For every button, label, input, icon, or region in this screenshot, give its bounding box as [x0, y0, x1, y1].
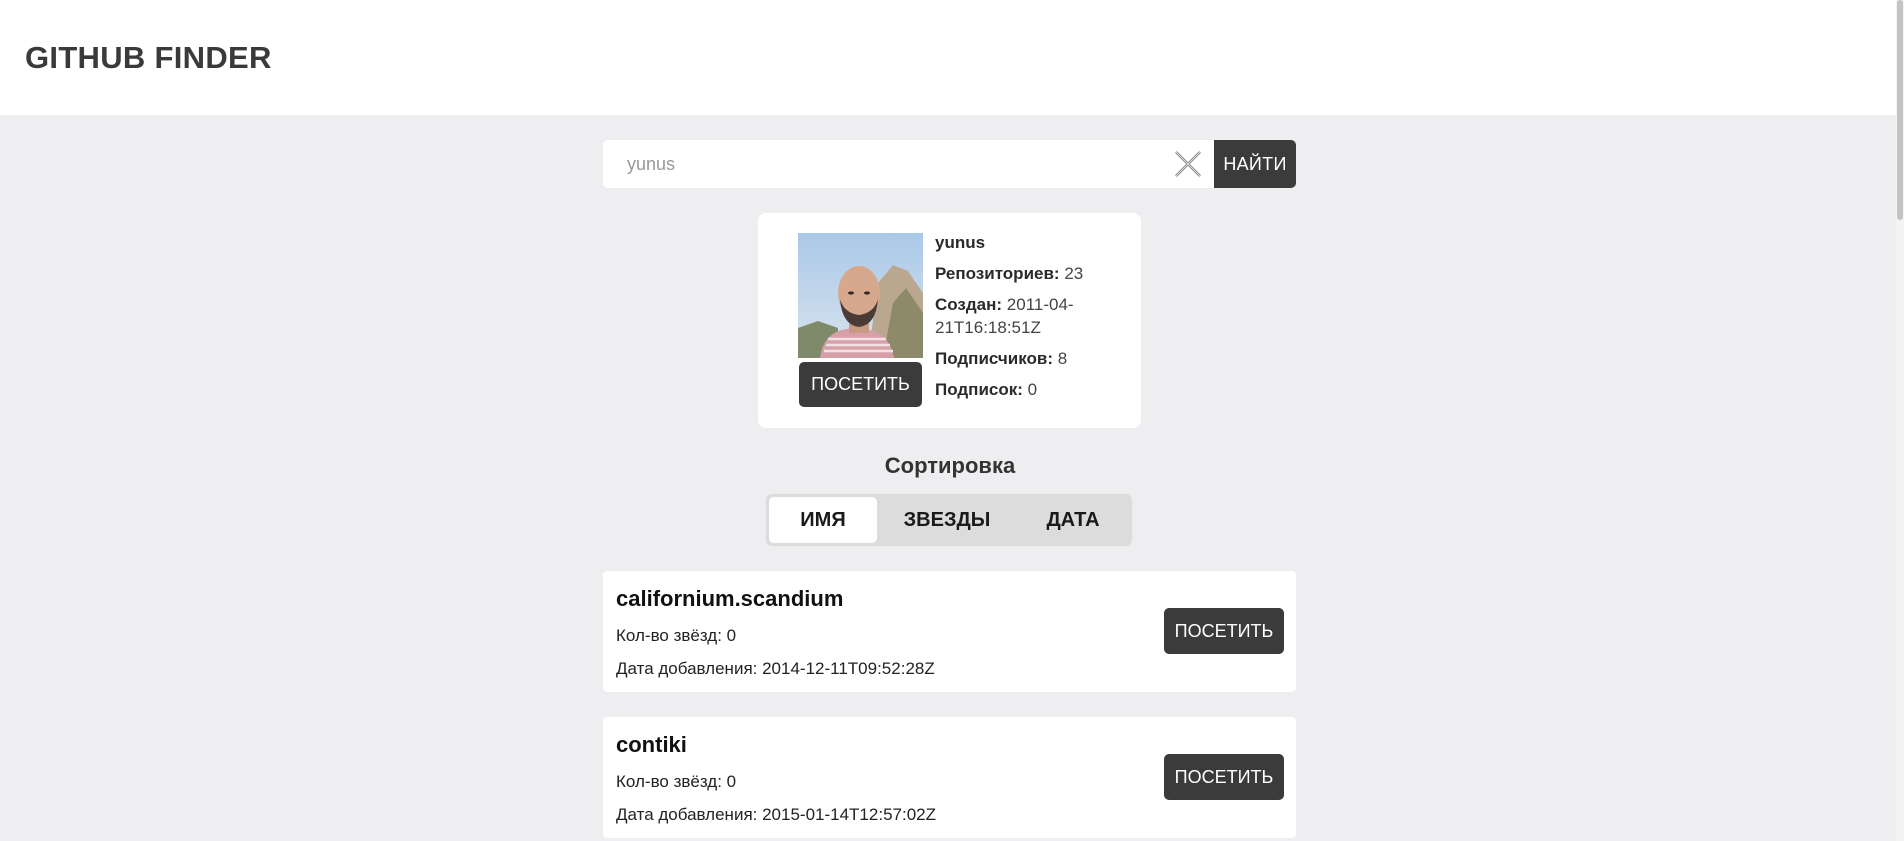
profile-visit-button[interactable]: ПОСЕТИТЬ [799, 362, 922, 407]
sort-toggle-group: ИМЯ ЗВЕЗДЫ ДАТА [766, 494, 1132, 546]
sort-option-name[interactable]: ИМЯ [769, 497, 877, 543]
app-title: GITHUB FINDER [25, 40, 272, 75]
sort-title: Сортировка [884, 453, 1016, 478]
sort-option-stars[interactable]: ЗВЕЗДЫ [877, 497, 1017, 543]
search-input[interactable] [603, 140, 1214, 188]
repo-card: californium.scandium Кол-во звёзд: 0 Дат… [603, 571, 1296, 692]
search-bar: НАЙТИ [603, 140, 1296, 188]
close-icon[interactable] [1173, 149, 1203, 179]
repo-visit-button[interactable]: ПОСЕТИТЬ [1164, 754, 1284, 800]
repo-card: contiki Кол-во звёзд: 0 Дата добавления:… [603, 717, 1296, 838]
profile-repos: Репозиториев: 23 [935, 262, 1135, 285]
repo-date: Дата добавления: 2015-01-14T12:57:02Z [616, 805, 936, 824]
followers-label: Подписчиков: [935, 349, 1054, 368]
repos-value: 23 [1064, 264, 1084, 283]
profile-info: yunus Репозиториев: 23 Создан: 2011-04-2… [935, 231, 1135, 409]
repo-name: californium.scandium [616, 586, 844, 611]
profile-following: Подписок: 0 [935, 378, 1135, 401]
profile-login: yunus [935, 233, 986, 252]
scrollbar-thumb[interactable] [1897, 0, 1903, 220]
repo-stars: Кол-во звёзд: 0 [616, 626, 737, 645]
following-label: Подписок: [935, 380, 1023, 399]
repo-stars: Кол-во звёзд: 0 [616, 772, 737, 791]
following-value: 0 [1027, 380, 1038, 399]
created-label: Создан: [935, 295, 1003, 314]
profile-followers: Подписчиков: 8 [935, 347, 1135, 370]
search-button[interactable]: НАЙТИ [1214, 140, 1296, 188]
sort-option-date[interactable]: ДАТА [1017, 497, 1129, 543]
followers-value: 8 [1057, 349, 1068, 368]
repo-date: Дата добавления: 2014-12-11T09:52:28Z [616, 659, 935, 678]
repo-name: contiki [616, 732, 687, 757]
avatar [798, 233, 923, 358]
repo-visit-button[interactable]: ПОСЕТИТЬ [1164, 608, 1284, 654]
page-scrollbar[interactable] [1896, 0, 1904, 841]
repos-label: Репозиториев: [935, 264, 1060, 283]
app-header: GITHUB FINDER [0, 0, 1904, 115]
user-profile-card: ПОСЕТИТЬ yunus Репозиториев: 23 Создан: … [758, 213, 1141, 428]
profile-created: Создан: 2011-04-21T16:18:51Z [935, 293, 1135, 339]
